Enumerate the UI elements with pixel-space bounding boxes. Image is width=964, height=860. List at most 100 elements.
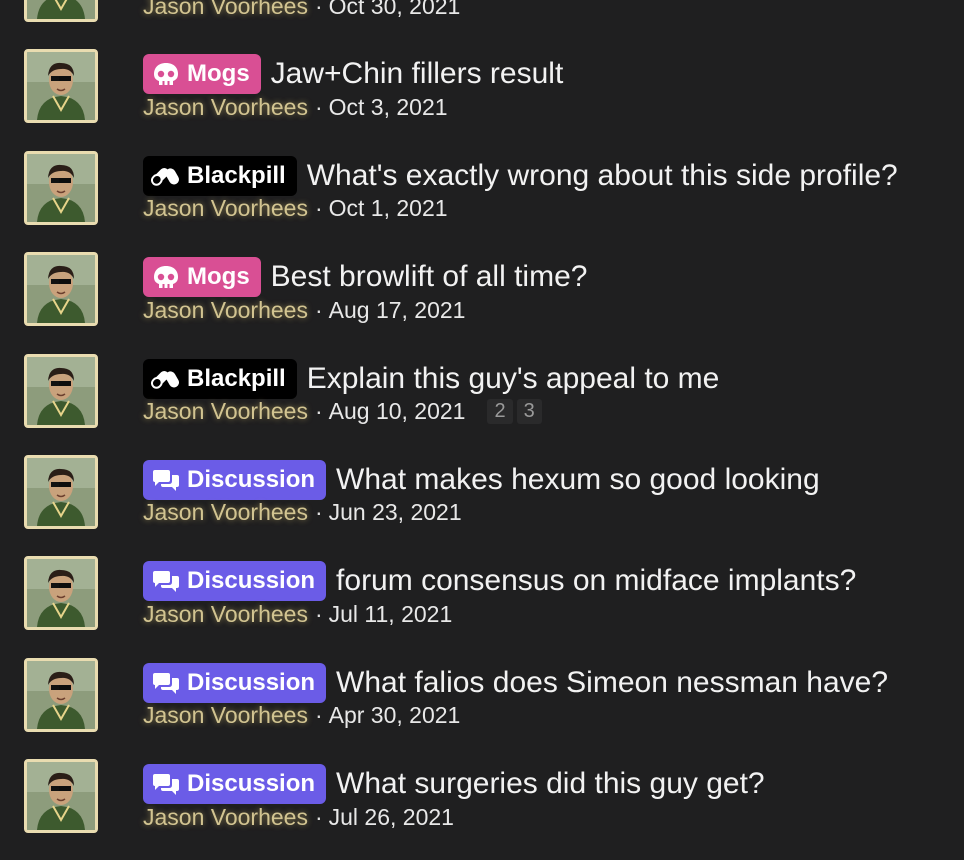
thread-date[interactable]: Oct 3, 2021 — [329, 94, 448, 121]
prefix-badge-discussion[interactable]: Discussion — [143, 561, 327, 602]
prefix-label: Discussion — [187, 668, 316, 696]
chat-bubbles-icon — [151, 467, 181, 493]
avatar[interactable] — [24, 454, 98, 529]
avatar[interactable] — [24, 150, 98, 225]
thread-title-line: Discussion forum consensus on midface im… — [143, 561, 856, 602]
page-link-3[interactable]: 3 — [516, 399, 542, 425]
avatar[interactable] — [24, 556, 98, 631]
avatar-image — [27, 457, 95, 526]
prefix-badge-blackpill[interactable]: Blackpill — [143, 155, 297, 196]
thread-title-link[interactable]: What falios does Simeon nessman have? — [336, 663, 888, 703]
thread-author[interactable]: Jason Voorhees — [143, 601, 308, 628]
meta-separator: · — [314, 803, 323, 830]
thread-row: Mogs Jaw+Chin fillers result Jason Voorh… — [0, 49, 964, 150]
thread-meta: Jason Voorhees · Oct 3, 2021 — [143, 92, 563, 122]
skull-icon — [151, 61, 181, 87]
prefix-badge-mogs[interactable]: Mogs — [143, 54, 261, 95]
thread-date[interactable]: Jul 11, 2021 — [329, 601, 453, 628]
avatar[interactable] — [24, 657, 98, 732]
thread-title-link[interactable]: Best browlift of all time? — [271, 257, 588, 297]
thread-meta: Jason Voorhees · Jun 23, 2021 — [143, 498, 820, 528]
thread-row: Blackpill What's exactly wrong about thi… — [0, 150, 964, 252]
pill-icon — [151, 163, 181, 189]
prefix-badge-blackpill[interactable]: Blackpill — [143, 358, 297, 399]
thread-date[interactable]: Oct 30, 2021 — [329, 0, 461, 20]
thread-title-link[interactable]: What surgeries did this guy get? — [336, 764, 765, 804]
prefix-label: Mogs — [187, 60, 250, 88]
thread-date[interactable]: Oct 1, 2021 — [329, 195, 448, 222]
thread-title-link[interactable]: Jaw+Chin fillers result — [271, 54, 564, 94]
avatar-image — [27, 52, 95, 121]
thread-date[interactable]: Jun 23, 2021 — [329, 499, 462, 526]
prefix-badge-discussion[interactable]: Discussion — [143, 764, 327, 805]
thread-meta: Jason Voorhees · Aug 10, 2021 2 3 — [143, 397, 719, 427]
page-jump-links: 2 3 — [487, 399, 542, 425]
meta-separator: · — [314, 195, 323, 222]
thread-main: Discussion What falios does Simeon nessm… — [143, 662, 888, 731]
thread-author[interactable]: Jason Voorhees — [143, 804, 308, 831]
meta-separator: · — [314, 398, 323, 425]
thread-row: Mogs Best browlift of all time? Jason Vo… — [0, 252, 964, 353]
thread-meta: Jason Voorhees · Jul 11, 2021 — [143, 599, 856, 629]
prefix-badge-discussion[interactable]: Discussion — [143, 662, 327, 703]
thread-date[interactable]: Aug 10, 2021 — [329, 398, 466, 425]
thread-title-line: Blackpill Explain this guy's appeal to m… — [143, 358, 720, 399]
meta-separator: · — [314, 296, 323, 323]
thread-author[interactable]: Jason Voorhees — [143, 94, 308, 121]
thread-main: Discussion forum consensus on midface im… — [143, 561, 856, 629]
thread-main: Jason Voorhees · Oct 30, 2021 — [143, 0, 460, 21]
thread-row: Discussion What makes hexum so good look… — [0, 454, 964, 556]
thread-meta: Jason Voorhees · Jul 26, 2021 — [143, 802, 765, 832]
meta-separator: · — [314, 0, 323, 19]
page-link-2[interactable]: 2 — [487, 399, 513, 425]
thread-main: Mogs Jaw+Chin fillers result Jason Voorh… — [143, 54, 563, 122]
prefix-badge-discussion[interactable]: Discussion — [143, 459, 327, 500]
meta-separator: · — [314, 600, 323, 627]
thread-title-link[interactable]: What makes hexum so good looking — [336, 460, 820, 500]
prefix-label: Discussion — [187, 770, 316, 798]
prefix-label: Mogs — [187, 263, 250, 291]
thread-author[interactable]: Jason Voorhees — [143, 398, 308, 425]
thread-row: Discussion forum consensus on midface im… — [0, 556, 964, 657]
thread-author[interactable]: Jason Voorhees — [143, 702, 308, 729]
thread-row: Jason Voorhees · Oct 30, 2021 — [0, 0, 964, 49]
thread-row: Discussion What surgeries did this guy g… — [0, 759, 964, 860]
thread-main: Discussion What surgeries did this guy g… — [143, 764, 765, 832]
thread-meta: Jason Voorhees · Aug 17, 2021 — [143, 295, 587, 325]
thread-author[interactable]: Jason Voorhees — [143, 0, 308, 20]
avatar-image — [27, 0, 95, 19]
thread-title-link[interactable]: What's exactly wrong about this side pro… — [307, 156, 898, 196]
thread-title-line: Discussion What falios does Simeon nessm… — [143, 662, 888, 703]
avatar-image — [27, 762, 95, 831]
avatar-image — [27, 255, 95, 324]
thread-row: Discussion What falios does Simeon nessm… — [0, 657, 964, 759]
avatar[interactable] — [24, 353, 98, 428]
avatar[interactable] — [24, 759, 98, 834]
thread-row: Blackpill Explain this guy's appeal to m… — [0, 353, 964, 455]
thread-author[interactable]: Jason Voorhees — [143, 297, 308, 324]
thread-date[interactable]: Jul 26, 2021 — [329, 804, 454, 831]
thread-main: Blackpill What's exactly wrong about thi… — [143, 155, 898, 224]
thread-title-link[interactable]: forum consensus on midface implants? — [336, 561, 856, 601]
thread-author[interactable]: Jason Voorhees — [143, 195, 308, 222]
thread-meta: Jason Voorhees · Apr 30, 2021 — [143, 701, 888, 731]
chat-bubbles-icon — [151, 670, 181, 696]
prefix-badge-mogs[interactable]: Mogs — [143, 257, 261, 298]
avatar-image — [27, 559, 95, 628]
prefix-label: Blackpill — [187, 161, 286, 189]
avatar-image — [27, 356, 95, 425]
thread-meta: Jason Voorhees · Oct 30, 2021 — [143, 0, 460, 21]
avatar[interactable] — [24, 252, 98, 327]
chat-bubbles-icon — [151, 771, 181, 797]
thread-meta: Jason Voorhees · Oct 1, 2021 — [143, 194, 898, 224]
thread-title-line: Mogs Jaw+Chin fillers result — [143, 54, 564, 95]
thread-date[interactable]: Apr 30, 2021 — [329, 702, 461, 729]
prefix-label: Blackpill — [187, 364, 286, 392]
thread-title-line: Discussion What makes hexum so good look… — [143, 459, 820, 500]
avatar[interactable] — [24, 0, 98, 22]
avatar-image — [27, 660, 95, 729]
avatar[interactable] — [24, 49, 98, 124]
thread-author[interactable]: Jason Voorhees — [143, 499, 308, 526]
thread-title-link[interactable]: Explain this guy's appeal to me — [307, 359, 720, 399]
thread-date[interactable]: Aug 17, 2021 — [329, 297, 466, 324]
